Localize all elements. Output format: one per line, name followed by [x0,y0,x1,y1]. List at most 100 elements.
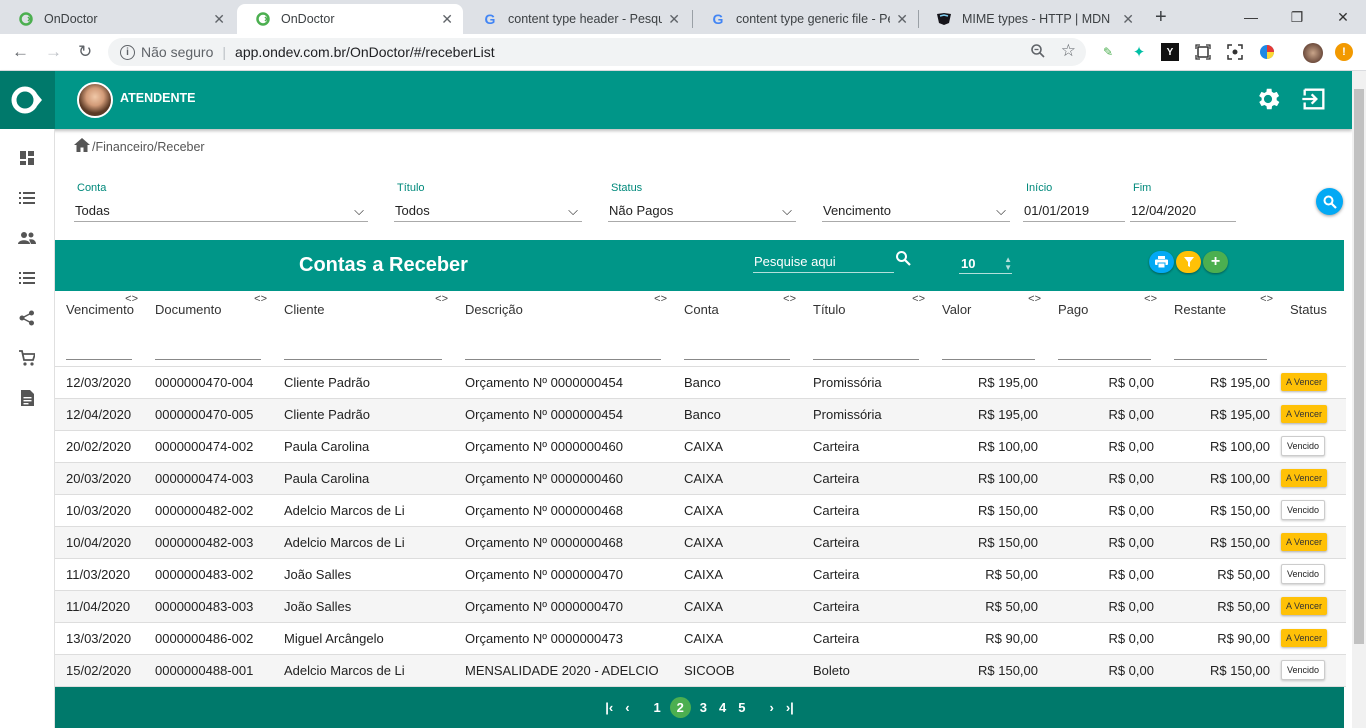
table-row[interactable]: 12/03/2020 0000000470-004 Cliente Padrão Or… [55,366,1346,399]
extension-colorwheel-icon[interactable] [1258,43,1276,61]
update-alert-icon[interactable]: ! [1335,43,1353,61]
sidebar-people-icon[interactable] [17,228,37,248]
column-header[interactable]: Documento <> [144,291,273,327]
inicio-date-input[interactable]: 01/01/2019 [1023,200,1125,222]
sidebar-dashboard-icon[interactable] [17,148,37,168]
close-tab-icon[interactable]: ✕ [896,11,908,28]
filter-conta[interactable]: Conta Todas ⌵ [74,182,368,222]
page-scrollbar[interactable] [1352,71,1366,728]
sidebar-share-icon[interactable] [17,308,37,328]
page-number[interactable]: 1 [654,700,661,715]
table-row[interactable]: 13/03/2020 0000000486-002 Miguel Arcângelo… [55,622,1346,655]
extension-bird-icon[interactable]: ✦ [1130,43,1148,61]
close-tab-icon[interactable]: ✕ [668,11,680,28]
column-filter-input[interactable] [465,332,661,361]
resize-handle-icon[interactable]: <> [1144,293,1157,305]
add-button[interactable]: + [1203,251,1228,273]
table-row[interactable]: 10/04/2020 0000000482-003 Adelcio Marcos d… [55,526,1346,559]
table-row[interactable]: 10/03/2020 0000000482-002 Adelcio Marcos d… [55,494,1346,527]
column-filter-input[interactable] [813,332,919,361]
status-select[interactable]: Não Pagos ⌵ [608,200,796,222]
breadcrumb-financeiro[interactable]: Financeiro [95,140,153,154]
table-row[interactable]: 12/04/2020 0000000470-005 Cliente Padrão Or… [55,398,1346,431]
close-window-icon[interactable]: ✕ [1320,0,1366,34]
address-bar[interactable]: i Não seguro | app.ondev.com.br/OnDoctor… [108,38,1086,66]
column-header[interactable]: Status [1279,291,1346,327]
close-tab-icon[interactable]: ✕ [213,11,225,28]
next-page-icon[interactable]: › [769,700,773,715]
ondoctor-logo[interactable] [0,71,55,129]
column-filter-input[interactable] [684,332,790,361]
profile-avatar[interactable] [1303,43,1323,63]
table-row[interactable]: 20/03/2020 0000000474-003 Paula Carolina Or… [55,462,1346,495]
column-header[interactable]: Vencimento <> [55,291,144,327]
back-icon[interactable]: ← [12,42,29,62]
sidebar-document-icon[interactable] [17,388,37,408]
resize-handle-icon[interactable]: <> [125,293,138,305]
prev-page-icon[interactable]: ‹ [625,700,629,715]
reload-icon[interactable]: ↻ [78,42,92,62]
extension-eyedropper-icon[interactable]: ✎ [1099,43,1117,61]
new-tab-icon[interactable]: + [1155,6,1167,29]
column-header[interactable]: Pago <> [1047,291,1163,327]
resize-handle-icon[interactable]: <> [912,293,925,305]
column-header[interactable]: Conta <> [673,291,802,327]
column-filter-input[interactable] [66,332,132,361]
resize-handle-icon[interactable]: <> [1260,293,1273,305]
extension-scan-icon[interactable] [1226,43,1244,61]
filter-button[interactable] [1176,251,1201,273]
first-page-icon[interactable]: |‹ [605,700,613,715]
filter-inicio[interactable]: Início 01/01/2019 [1023,182,1125,222]
sidebar-cart-icon[interactable] [17,348,37,368]
avatar[interactable] [77,82,113,118]
column-header[interactable]: Cliente <> [273,291,454,327]
column-filter-input[interactable] [1174,332,1267,361]
fim-date-input[interactable]: 12/04/2020 [1130,200,1236,222]
zoom-icon[interactable] [1030,43,1046,62]
search-icon[interactable] [895,250,911,269]
table-row[interactable]: 20/02/2020 0000000474-002 Paula Carolina Or… [55,430,1346,463]
filter-titulo[interactable]: Título Todos ⌵ [394,182,582,222]
date-type-select[interactable]: Vencimento ⌵ [822,200,1010,222]
resize-handle-icon[interactable]: <> [1028,293,1041,305]
last-page-icon[interactable]: ›| [786,700,794,715]
filter-date-type[interactable]: Vencimento ⌵ [822,182,1010,222]
sidebar-list-icon[interactable] [17,188,37,208]
sidebar-list-icon[interactable] [17,268,37,288]
scrollbar-thumb[interactable] [1354,89,1364,644]
column-header[interactable]: Descrição <> [454,291,673,327]
search-button[interactable] [1316,188,1343,215]
page-number[interactable]: 2 [669,697,691,718]
close-tab-icon[interactable]: ✕ [441,11,453,28]
browser-tab[interactable]: G content type header - Pesquisa ✕ [464,4,690,34]
table-row[interactable]: 15/02/2020 0000000488-001 Adelcio Marcos d… [55,654,1346,687]
stepper-icon[interactable]: ▲ ▼ [1004,256,1012,273]
minimize-icon[interactable]: — [1228,0,1274,34]
resize-handle-icon[interactable]: <> [654,293,667,305]
conta-select[interactable]: Todas ⌵ [74,200,368,222]
page-number[interactable]: 3 [700,700,707,715]
home-icon[interactable] [74,138,90,155]
browser-tab[interactable]: OnDoctor ✕ [0,4,235,34]
table-row[interactable]: 11/04/2020 0000000483-003 João Salles Orçam… [55,590,1346,623]
browser-tab-active[interactable]: OnDoctor ✕ [237,4,463,34]
close-tab-icon[interactable]: ✕ [1122,11,1134,28]
bookmark-star-icon[interactable]: ☆ [1061,41,1076,61]
column-filter-input[interactable] [155,332,261,361]
table-row[interactable]: 11/03/2020 0000000483-002 João Salles Orçam… [55,558,1346,591]
browser-tab[interactable]: MIME types - HTTP | MDN ✕ [918,4,1144,34]
filter-fim[interactable]: Fim 12/04/2020 [1130,182,1236,222]
filter-status[interactable]: Status Não Pagos ⌵ [608,182,796,222]
column-header[interactable]: Título <> [802,291,931,327]
resize-handle-icon[interactable]: <> [783,293,796,305]
resize-handle-icon[interactable]: <> [435,293,448,305]
resize-handle-icon[interactable]: <> [254,293,267,305]
column-filter-input[interactable] [284,332,442,361]
page-size-input[interactable]: 10 ▲ ▼ [959,256,1012,274]
column-filter-input[interactable] [942,332,1035,361]
extension-screenshot-icon[interactable] [1194,43,1212,61]
restore-icon[interactable]: ❐ [1274,0,1320,34]
print-button[interactable] [1149,251,1174,273]
page-number[interactable]: 4 [719,700,726,715]
browser-tab[interactable]: G content type generic file - Pesq ✕ [692,4,918,34]
